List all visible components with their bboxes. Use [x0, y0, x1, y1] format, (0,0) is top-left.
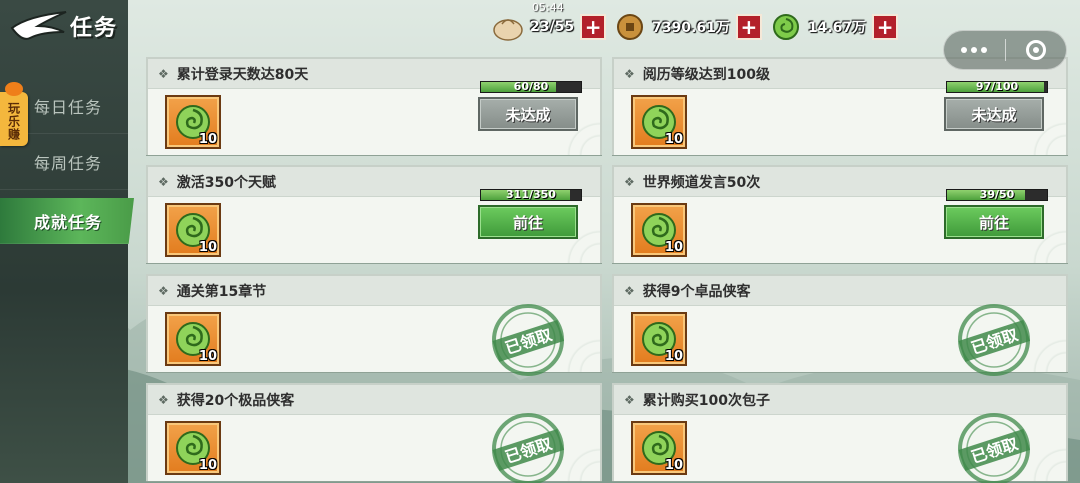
- reward-item[interactable]: 10: [165, 312, 221, 366]
- resource-coin: 7390.61万 +: [614, 12, 762, 42]
- bun-count: 23/55: [530, 19, 575, 35]
- copper-coin-icon: [617, 14, 644, 40]
- diamond-bullet-icon: ❖: [158, 66, 169, 81]
- back-arrow-icon[interactable]: [8, 6, 70, 46]
- task-title: 世界频道发言50次: [642, 174, 761, 191]
- resource-bun: 23/55 +: [492, 12, 607, 42]
- jade-count: 14.67万: [807, 20, 867, 36]
- reward-item[interactable]: 10: [165, 421, 221, 475]
- sidebar-item-label: 每周任务: [34, 153, 103, 173]
- sidebar-item-label: 每日任务: [34, 97, 103, 117]
- goto-button[interactable]: 前往: [944, 205, 1044, 239]
- miniprogram-capsule: [943, 30, 1067, 70]
- task-card: ❖ 阅历等级达到100级 10 97/100 未达成: [612, 57, 1068, 155]
- title-bar: 任务: [0, 0, 150, 52]
- incomplete-button[interactable]: 未达成: [944, 97, 1044, 131]
- target-icon: [1025, 40, 1046, 60]
- task-body: 10 已领取: [148, 413, 600, 483]
- diamond-bullet-icon: ❖: [158, 174, 169, 189]
- pumpkin-icon: [5, 82, 23, 96]
- task-title: 通关第15章节: [176, 283, 267, 300]
- diamond-bullet-icon: ❖: [624, 392, 635, 407]
- coin-count: 7390.61万: [652, 20, 730, 36]
- fun-earn-badge[interactable]: 玩乐赚: [0, 82, 28, 146]
- diamond-bullet-icon: ❖: [624, 66, 635, 81]
- add-coin-button[interactable]: +: [735, 14, 762, 40]
- page-title: 任务: [70, 15, 119, 41]
- progress-text: 97/100: [975, 80, 1019, 93]
- task-body: 10 39/50 前往: [614, 188, 1066, 263]
- claimed-stamp: 已领取: [958, 304, 1031, 376]
- progress-text: 311/350: [506, 188, 556, 201]
- task-title: 激活350个天赋: [176, 174, 276, 191]
- task-body: 10 已领取: [148, 304, 600, 376]
- reward-item[interactable]: 10: [165, 95, 221, 149]
- progress-text: 60/80: [513, 80, 549, 93]
- progress-bar: 60/80: [480, 80, 582, 93]
- goto-button[interactable]: 前往: [478, 205, 578, 239]
- reward-quantity: 10: [198, 240, 217, 255]
- incomplete-button[interactable]: 未达成: [478, 97, 578, 131]
- task-body: 10 311/350 前往: [148, 188, 600, 263]
- task-body: 10 已领取: [614, 304, 1066, 376]
- reward-quantity: 10: [198, 458, 217, 473]
- add-bun-button[interactable]: +: [580, 14, 607, 40]
- reward-item[interactable]: 10: [631, 95, 687, 149]
- progress-bar: 311/350: [480, 188, 582, 201]
- task-title: 累计购买100次包子: [642, 392, 770, 409]
- task-card: ❖ 通关第15章节 10 已领取: [146, 274, 602, 376]
- reward-quantity: 10: [198, 349, 217, 364]
- reward-item[interactable]: 10: [631, 203, 687, 257]
- add-jade-button[interactable]: +: [872, 14, 899, 40]
- more-menu-button[interactable]: [944, 31, 1005, 69]
- reward-item[interactable]: 10: [631, 312, 687, 366]
- progress-bar: 39/50: [946, 188, 1048, 201]
- task-card: ❖ 累计购买100次包子 10 已领取: [612, 383, 1068, 483]
- diamond-bullet-icon: ❖: [624, 283, 635, 298]
- progress-bar: 97/100: [946, 80, 1048, 93]
- bun-icon: [493, 19, 523, 41]
- reward-quantity: 10: [198, 132, 217, 147]
- sidebar-item-label: 成就任务: [34, 212, 103, 232]
- task-body: 10 97/100 未达成: [614, 80, 1066, 155]
- task-body: 10 60/80 未达成: [148, 80, 600, 155]
- progress-text: 39/50: [979, 188, 1015, 201]
- task-body: 10 已领取: [614, 413, 1066, 483]
- claimed-stamp: 已领取: [492, 413, 565, 483]
- task-card: ❖ 累计登录天数达80天 10 60/80 未达成: [146, 57, 602, 155]
- sidebar-item-achievement[interactable]: 成就任务: [0, 198, 134, 244]
- diamond-bullet-icon: ❖: [158, 283, 169, 298]
- diamond-bullet-icon: ❖: [624, 174, 635, 189]
- task-card: ❖ 激活350个天赋 10 311/350 前往: [146, 165, 602, 263]
- task-card: ❖ 获得20个极品侠客 10 已领取: [146, 383, 602, 483]
- reward-quantity: 10: [664, 132, 683, 147]
- resource-bar: 23/55 + 7390.61万 + 14.67万 +: [492, 12, 906, 42]
- reward-item[interactable]: 10: [165, 203, 221, 257]
- task-title: 获得9个卓品侠客: [642, 283, 751, 300]
- reward-quantity: 10: [664, 349, 683, 364]
- task-title: 获得20个极品侠客: [176, 392, 295, 409]
- reward-item[interactable]: 10: [631, 421, 687, 475]
- claimed-stamp: 已领取: [958, 413, 1031, 483]
- diamond-bullet-icon: ❖: [158, 392, 169, 407]
- claimed-stamp: 已领取: [492, 304, 565, 376]
- fun-earn-label: 玩乐赚: [6, 101, 21, 141]
- jade-icon: [772, 14, 799, 40]
- task-card: ❖ 获得9个卓品侠客 10 已领取: [612, 274, 1068, 376]
- task-title: 累计登录天数达80天: [176, 66, 309, 83]
- resource-jade: 14.67万 +: [770, 12, 899, 42]
- task-card: ❖ 世界频道发言50次 10 39/50 前往: [612, 165, 1068, 263]
- reward-quantity: 10: [664, 458, 683, 473]
- reward-quantity: 10: [664, 240, 683, 255]
- task-title: 阅历等级达到100级: [642, 66, 770, 83]
- close-miniprogram-button[interactable]: [1005, 31, 1066, 69]
